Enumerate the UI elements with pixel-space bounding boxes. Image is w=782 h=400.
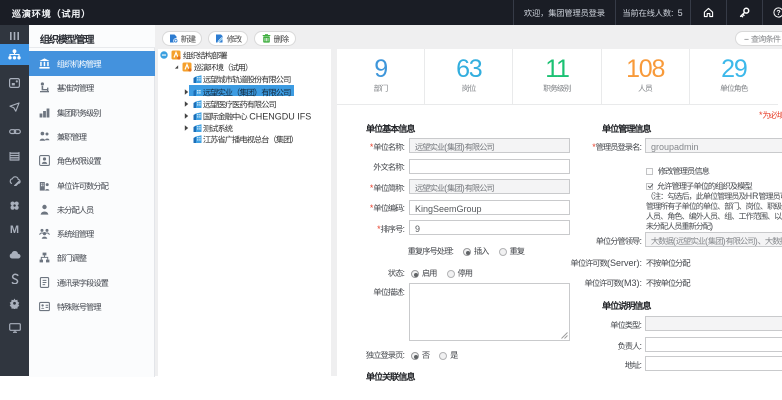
svg-text:?: ? — [776, 10, 780, 17]
